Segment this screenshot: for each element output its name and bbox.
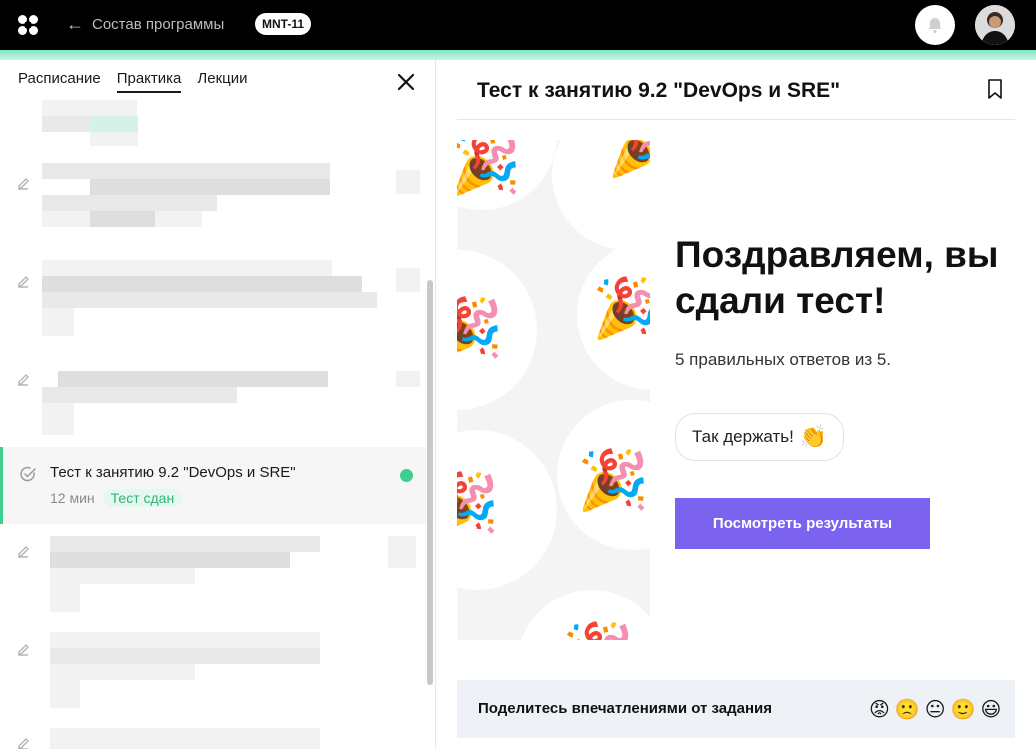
list-item-blurred[interactable]: [0, 160, 426, 245]
avatar[interactable]: [975, 5, 1015, 45]
list-item-blurred[interactable]: [0, 532, 426, 617]
grin-face-icon[interactable]: 😃: [981, 697, 1002, 722]
slight-smile-icon[interactable]: 🙂: [951, 697, 976, 722]
back-link-label: Состав программы: [92, 15, 225, 33]
tab-lectures[interactable]: Лекции: [197, 70, 247, 93]
feedback-emoji-row: 😡 🙁 😐 🙂 😃: [869, 697, 1001, 722]
back-link[interactable]: ← Состав программы: [66, 15, 224, 33]
notifications-button[interactable]: [915, 5, 955, 45]
list-item-meta: 12 мин Тест сдан: [50, 489, 183, 507]
sidebar-scrollbar[interactable]: [427, 280, 433, 685]
party-popper-icon: 🎉: [457, 296, 504, 361]
check-circle-icon: [20, 466, 36, 482]
app-logo-icon[interactable]: [17, 14, 39, 36]
bubble-text: Так держать!: [692, 427, 794, 446]
top-bar: ← Состав программы MNT-11: [0, 0, 1036, 50]
feedback-panel: Поделитесь впечатлениями от задания 😡 🙁 …: [457, 680, 1015, 738]
score-text: 5 правильных ответов из 5.: [675, 350, 892, 369]
party-popper-icon: 🎉: [577, 448, 650, 513]
party-popper-icon: 🎉: [592, 276, 650, 341]
angry-face-icon[interactable]: 😡: [869, 697, 890, 722]
bookmark-icon[interactable]: [987, 79, 1003, 99]
sidebar: Расписание Практика Лекции Тест к заняти…: [0, 60, 436, 749]
sidebar-tabs: Расписание Практика Лекции: [18, 70, 248, 93]
encouragement-bubble: Так держать! 👏: [675, 413, 845, 461]
view-results-button[interactable]: Посмотреть результаты: [675, 498, 930, 549]
list-item-blurred[interactable]: [0, 100, 426, 150]
main-content: Тест к занятию 9.2 "DevOps и SRE" 🎉 🎉 🎉 …: [437, 60, 1036, 749]
avatar-image: [975, 5, 1015, 45]
status-badge: Тест сдан: [102, 489, 183, 507]
party-popper-icon: 🎉: [457, 471, 500, 536]
list-item-blurred[interactable]: [0, 356, 426, 441]
edit-icon: [18, 644, 29, 656]
list-item-blurred[interactable]: [0, 726, 426, 749]
neutral-face-icon[interactable]: 😐: [925, 697, 946, 722]
party-popper-icon: 🎉: [607, 140, 650, 179]
edit-icon: [18, 546, 29, 558]
party-popper-icon: 🎉: [562, 625, 634, 641]
bell-icon: [928, 18, 942, 34]
celebration-illustration: 🎉 🎉 🎉 🎉 🎉 🎉 🎉: [457, 140, 650, 640]
list-item-duration: 12 мин: [50, 490, 95, 506]
list-item-blurred[interactable]: [0, 630, 426, 715]
tab-practice[interactable]: Практика: [116, 70, 182, 93]
status-dot: [400, 469, 413, 482]
edit-icon: [18, 276, 29, 288]
arrow-left-icon: ←: [66, 14, 84, 34]
accent-stripe: [0, 50, 1036, 60]
list-item-active[interactable]: Тест к занятию 9.2 "DevOps и SRE" 12 мин…: [0, 447, 428, 524]
close-icon[interactable]: [396, 72, 416, 92]
edit-icon: [18, 374, 29, 386]
edit-icon: [18, 738, 29, 749]
program-badge: MNT-11: [255, 13, 312, 35]
tab-schedule[interactable]: Расписание: [18, 70, 101, 93]
party-popper-icon: 🎉: [457, 140, 522, 197]
clapping-hands-icon: 👏: [799, 424, 828, 449]
feedback-label: Поделитесь впечатлениями от задания: [478, 700, 773, 717]
congratulations-heading: Поздравляем, вы сдали тест!: [675, 234, 999, 321]
sad-face-icon[interactable]: 🙁: [895, 697, 920, 722]
edit-icon: [18, 178, 29, 190]
title-divider: [457, 119, 1015, 120]
list-item-title: Тест к занятию 9.2 "DevOps и SRE": [50, 464, 296, 481]
page-title: Тест к занятию 9.2 "DevOps и SRE": [477, 79, 841, 102]
list-item-blurred[interactable]: [0, 258, 426, 343]
